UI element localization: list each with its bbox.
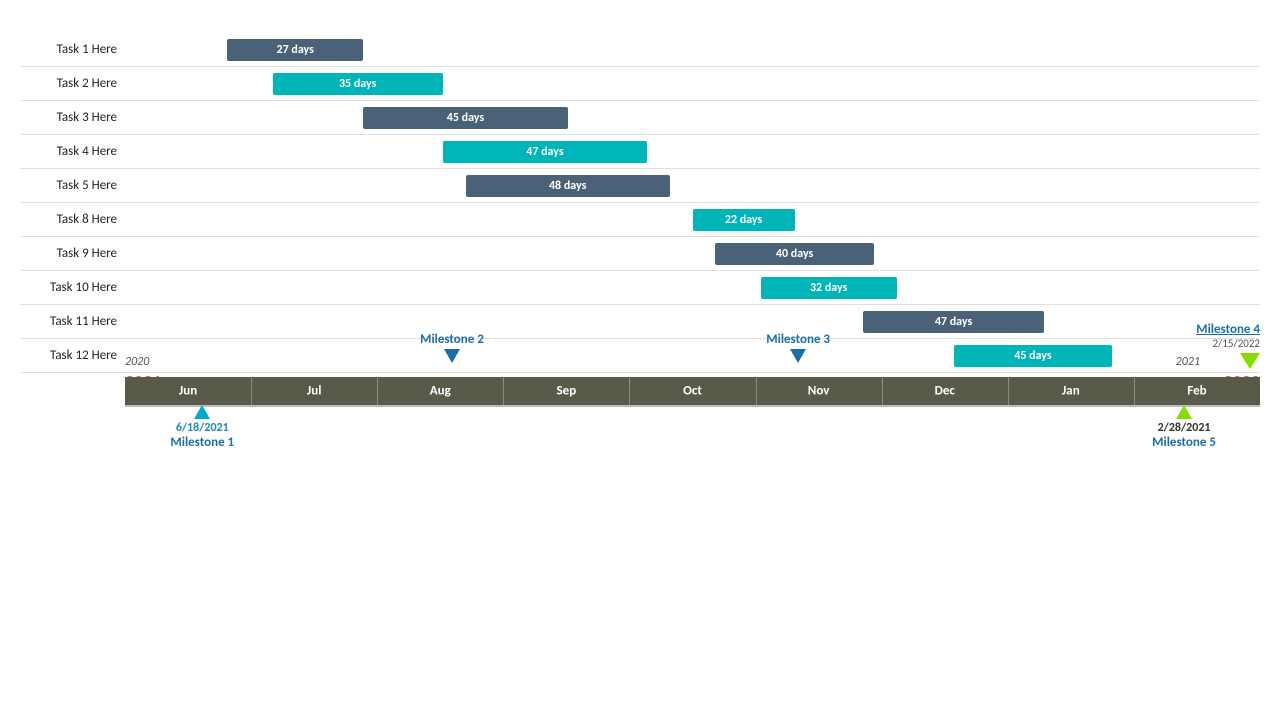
timeline-month-label: Jun (179, 384, 197, 399)
milestone-4-date: 2/15/2022 (1196, 337, 1260, 350)
milestone-1-name: Milestone 1 (170, 435, 234, 450)
milestone-2-triangle (444, 349, 460, 363)
task-row: Task 12 Here 45 days (20, 339, 1260, 373)
gantt-bar: 40 days (715, 243, 874, 265)
gantt-bar: 45 days (954, 345, 1113, 367)
task-label: Task 4 Here (20, 144, 125, 159)
task-label: Task 9 Here (20, 246, 125, 261)
milestone-2: Milestone 2 (420, 332, 484, 363)
timeline-month-label: Nov (808, 384, 830, 399)
task-row: Task 1 Here 27 days (20, 33, 1260, 67)
task-label: Task 12 Here (20, 348, 125, 363)
task-track: 22 days (125, 203, 1260, 236)
task-track: 27 days (125, 33, 1260, 66)
task-label: Task 11 Here (20, 314, 125, 329)
task-track: 45 days (125, 339, 1260, 372)
timeline-baseline (125, 405, 1260, 407)
task-row: Task 5 Here 48 days (20, 169, 1260, 203)
task-label: Task 3 Here (20, 110, 125, 125)
timeline-month-label: Aug (430, 384, 451, 399)
task-label: Task 2 Here (20, 76, 125, 91)
task-track: 45 days (125, 101, 1260, 134)
task-label: Task 1 Here (20, 42, 125, 57)
milestone-5-arrow (1176, 405, 1192, 419)
timeline-bar: Jun Jul Aug Sep Oct Nov Dec Jan Feb (125, 377, 1260, 405)
milestone-4-label: Milestone 4 (1196, 322, 1260, 337)
gantt-bar: 47 days (443, 141, 647, 163)
milestone-4-triangle (1240, 353, 1260, 369)
task-row: Task 3 Here 45 days (20, 101, 1260, 135)
timeline-month-label: Sep (557, 384, 577, 399)
task-row: Task 11 Here 47 days (20, 305, 1260, 339)
gantt-bar: 22 days (693, 209, 795, 231)
gantt-rows: Task 1 Here27 daysTask 2 Here35 daysTask… (20, 33, 1260, 373)
timeline-month-label: Jan (1062, 384, 1080, 399)
task-label: Task 10 Here (20, 280, 125, 295)
year-small-left: 2020 (125, 355, 149, 369)
milestone-5-date: 2/28/2021 (1152, 421, 1216, 435)
task-track: 47 days (125, 305, 1260, 338)
page-title (0, 0, 1280, 28)
task-track: 40 days (125, 237, 1260, 270)
task-row: Task 10 Here 32 days (20, 271, 1260, 305)
milestone-3-label: Milestone 3 (766, 332, 830, 347)
timeline-month-label: Dec (935, 384, 955, 399)
task-row: Task 9 Here 40 days (20, 237, 1260, 271)
timeline-month-label: Jul (307, 384, 321, 399)
gantt-bar: 32 days (761, 277, 897, 299)
milestone-2-label: Milestone 2 (420, 332, 484, 347)
task-row: Task 4 Here 47 days (20, 135, 1260, 169)
task-track: 47 days (125, 135, 1260, 168)
gantt-bar: 27 days (227, 39, 363, 61)
milestone-1-date: 6/18/2021 (170, 421, 234, 435)
task-row: Task 2 Here 35 days (20, 67, 1260, 101)
timeline-month-label: Feb (1187, 384, 1206, 399)
milestone-3: Milestone 3 (766, 332, 830, 363)
task-track: 32 days (125, 271, 1260, 304)
gantt-bar: 45 days (363, 107, 567, 129)
gantt-bar: 47 days (863, 311, 1045, 333)
task-row: Task 8 Here 22 days (20, 203, 1260, 237)
milestone-1: 6/18/2021 Milestone 1 (170, 405, 234, 450)
task-track: 35 days (125, 67, 1260, 100)
task-track: 48 days (125, 169, 1260, 202)
milestone-1-arrow (194, 405, 210, 419)
task-label: Task 5 Here (20, 178, 125, 193)
milestone-5-name: Milestone 5 (1152, 435, 1216, 450)
chart-area: Task 1 Here27 daysTask 2 Here35 daysTask… (20, 28, 1260, 407)
gantt-bar: 35 days (273, 73, 443, 95)
milestone-4: Milestone 4 2/15/2022 (1196, 322, 1260, 369)
milestone-3-triangle (790, 349, 806, 363)
gantt-bar: 48 days (466, 175, 670, 197)
timeline-section: 2020202120212022JunJulAugSepOctNovDecJan… (20, 377, 1260, 407)
timeline-month-label: Oct (683, 384, 702, 399)
milestone-5: 2/28/2021 Milestone 5 (1152, 405, 1216, 450)
task-label: Task 8 Here (20, 212, 125, 227)
